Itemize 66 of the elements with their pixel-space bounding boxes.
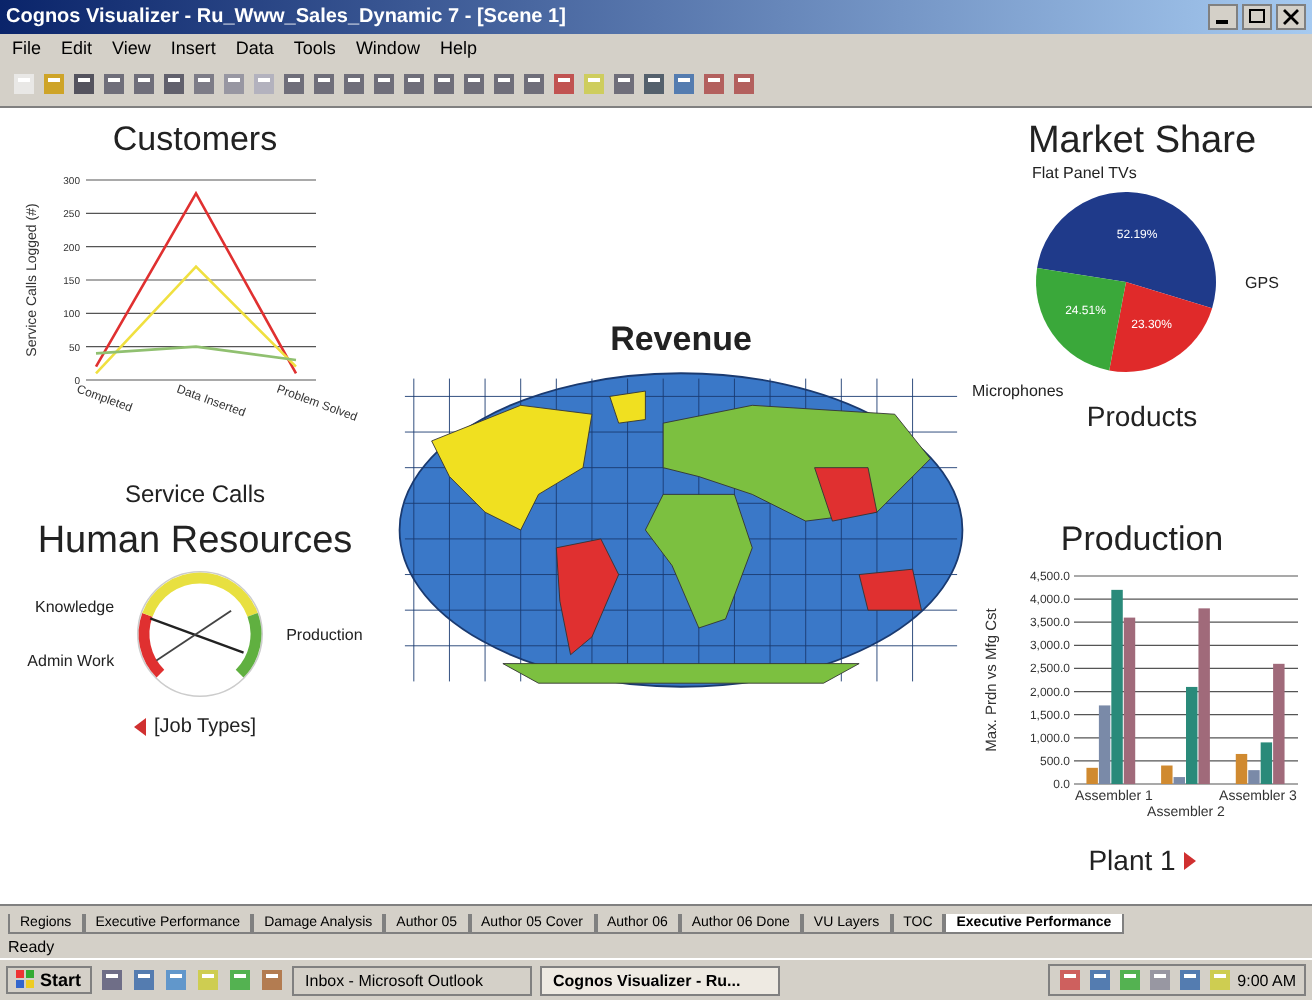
toolbar-icon[interactable] xyxy=(192,72,216,96)
windows-logo-icon xyxy=(16,970,36,990)
menu-item[interactable]: View xyxy=(112,38,151,58)
toolbar-icon[interactable] xyxy=(462,72,486,96)
minimize-icon[interactable] xyxy=(1208,4,1238,30)
legend-label: Microphones xyxy=(972,382,1064,400)
tray-icon[interactable] xyxy=(1117,968,1142,992)
gauge-label: Production xyxy=(286,625,363,643)
gauge-label: Admin Work xyxy=(27,652,115,670)
toolbar-icon[interactable] xyxy=(102,72,126,96)
menu-item[interactable]: Help xyxy=(439,38,477,58)
axis-title: Plant 1 xyxy=(1088,844,1176,876)
menu-item[interactable]: Edit xyxy=(61,38,93,58)
menu-item[interactable]: Tools xyxy=(293,38,336,58)
chart-title: Market Share xyxy=(1027,120,1257,164)
status-text: Ready xyxy=(8,937,55,955)
toolbar-icon[interactable] xyxy=(402,72,426,96)
toolbar-icon[interactable] xyxy=(612,72,636,96)
menu-item[interactable]: Window xyxy=(355,38,420,58)
toolbar-icon[interactable] xyxy=(552,72,576,96)
toolbar-icon[interactable] xyxy=(672,72,696,96)
quick-launch-icon[interactable] xyxy=(131,968,156,992)
taskbar-button[interactable]: Inbox - Microsoft Outlook xyxy=(291,965,532,995)
gauge-label: Knowledge xyxy=(34,598,115,616)
legend-label: Flat Panel TVs xyxy=(1032,164,1137,182)
legend-label: GPS xyxy=(1245,273,1279,291)
window-title: Cognos Visualizer - Ru_Www_Sales_Dynamic 7 - [Scene 1] xyxy=(6,6,566,28)
right-arrow-icon[interactable] xyxy=(1183,851,1196,869)
tray-icon[interactable] xyxy=(1147,968,1172,992)
menu-item[interactable]: File xyxy=(12,38,42,58)
taskbar-button[interactable]: Cognos Visualizer - Ru... xyxy=(539,965,780,995)
toolbar-icon[interactable] xyxy=(72,72,96,96)
tray-icon[interactable] xyxy=(1057,968,1082,992)
toolbar-icon[interactable] xyxy=(282,72,306,96)
toolbar-icon[interactable] xyxy=(642,72,666,96)
maximize-icon[interactable] xyxy=(1242,4,1272,30)
quick-launch-icon[interactable] xyxy=(227,968,252,992)
toolbar-icon[interactable] xyxy=(342,72,366,96)
toolbar-icon[interactable] xyxy=(162,72,186,96)
left-arrow-icon[interactable] xyxy=(134,718,147,736)
toolbar-icon[interactable] xyxy=(312,72,336,96)
toolbar-icon[interactable] xyxy=(702,72,726,96)
toolbar-icon[interactable] xyxy=(432,72,456,96)
menu-item[interactable]: Data xyxy=(235,38,274,58)
start-button[interactable]: Start xyxy=(6,966,92,994)
menu-item[interactable]: Insert xyxy=(170,38,216,58)
toolbar-icon[interactable] xyxy=(732,72,756,96)
tray-icon[interactable] xyxy=(1087,968,1112,992)
map-title: Revenue xyxy=(610,320,752,360)
gauge-drawing xyxy=(137,571,264,697)
axis-title: Products xyxy=(1086,400,1198,432)
tray-icon[interactable] xyxy=(1177,968,1202,992)
toolbar-icon[interactable] xyxy=(522,72,546,96)
toolbar-icon[interactable] xyxy=(132,72,156,96)
toolbar-icon[interactable] xyxy=(372,72,396,96)
close-icon[interactable] xyxy=(1276,4,1306,30)
quick-launch-icon[interactable] xyxy=(259,968,284,992)
clock: 9:00 AM xyxy=(1237,971,1296,989)
chart-title: Production xyxy=(1060,520,1224,560)
nav-label: [Job Types] xyxy=(154,716,256,738)
quick-launch-icon[interactable] xyxy=(99,968,124,992)
axis-title: Service Calls xyxy=(124,480,266,508)
chart-title: Human Resources xyxy=(37,520,353,564)
chart-title: Customers xyxy=(112,120,278,160)
quick-launch-icon[interactable] xyxy=(163,968,188,992)
toolbar-icon[interactable] xyxy=(492,72,516,96)
